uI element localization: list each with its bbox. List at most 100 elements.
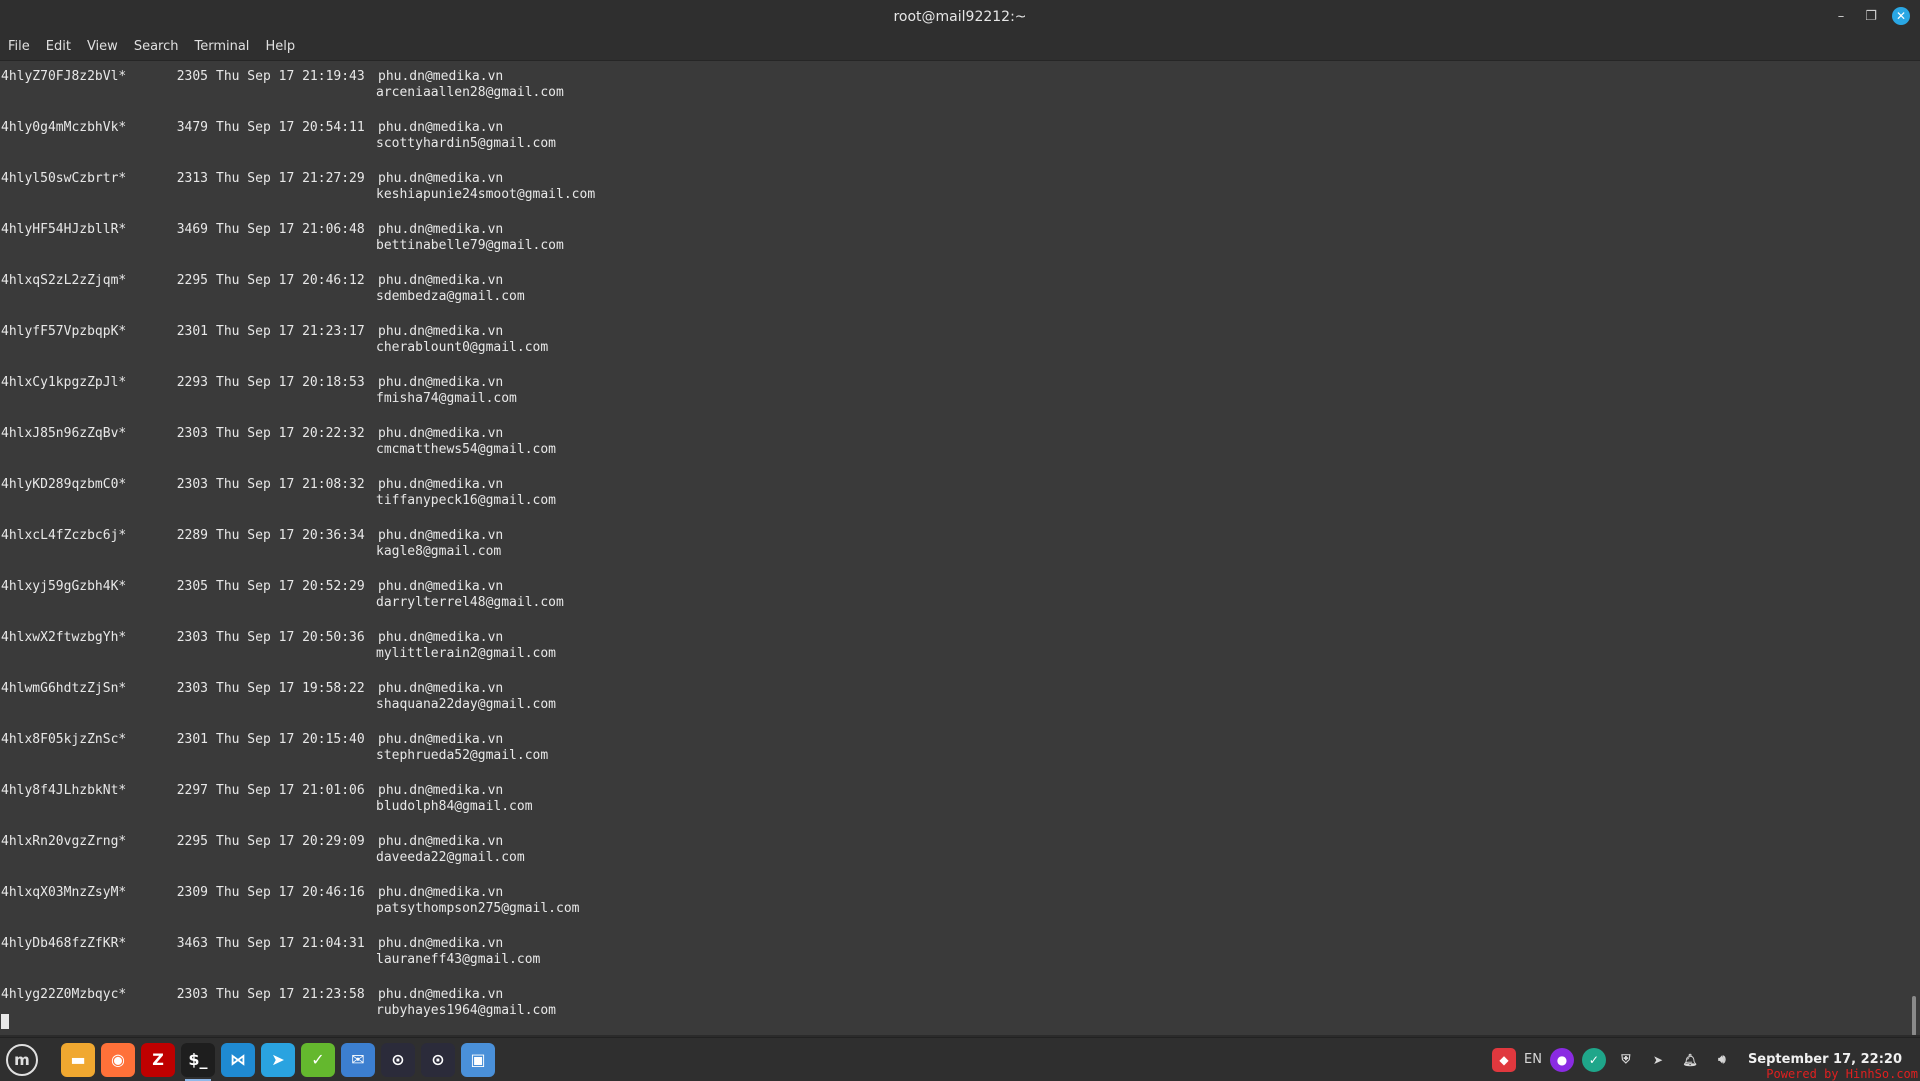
notification-icon[interactable]: 🔔︎ [1678, 1048, 1702, 1072]
queue-id: 4hlxCy1kpgzZpJl* [1, 375, 127, 390]
vscode-icon[interactable]: ⋈ [221, 1042, 255, 1077]
mail-queue-entry: 4hlxyj59gGzbh4K* 2305 Thu Sep 17 20:52:29 p… [0, 579, 1900, 630]
sender: phu.dn@medika.vn [378, 120, 504, 135]
menu-view[interactable]: View [79, 39, 126, 54]
remote-desktop-icon[interactable]: ▣ [461, 1042, 495, 1077]
mail-queue-entry: 4hlyfF57VpzbqpK* 2301 Thu Sep 17 21:23:17 p… [0, 324, 1900, 375]
message-size: 2313 [176, 171, 208, 186]
arrival-time: Thu Sep 17 21:06:48 [216, 222, 365, 237]
sender: phu.dn@medika.vn [378, 579, 504, 594]
recipient: mylittlerain2@gmail.com [376, 646, 557, 661]
mail-queue-entry: 4hlxJ85n96zZqBv* 2303 Thu Sep 17 20:22:32 p… [0, 426, 1900, 477]
firefox-icon[interactable]: ◉ [101, 1042, 135, 1077]
arrival-time: Thu Sep 17 20:36:34 [216, 528, 365, 543]
mail-queue-entry: 4hlyHF54HJzbllR* 3469 Thu Sep 17 21:06:48 p… [0, 222, 1900, 273]
files-icon[interactable]: ▬ [61, 1042, 95, 1077]
mail-icon[interactable]: ✉ [341, 1042, 375, 1077]
menu-search[interactable]: Search [126, 39, 187, 54]
arrival-time: Thu Sep 17 21:23:17 [216, 324, 365, 339]
terminal-icon[interactable]: $_ [181, 1042, 215, 1081]
queue-id: 4hlyg22Z0Mzbqyc* [1, 987, 127, 1002]
queue-id: 4hlyHF54HJzbllR* [1, 222, 127, 237]
close-icon[interactable]: ✕ [1892, 7, 1910, 25]
message-size: 2301 [176, 324, 208, 339]
update-manager-icon[interactable]: ✓ [1581, 1047, 1606, 1072]
menu-edit[interactable]: Edit [38, 39, 79, 54]
message-size: 2289 [176, 528, 208, 543]
message-size: 2303 [176, 987, 208, 1002]
sender: phu.dn@medika.vn [378, 222, 504, 237]
message-size: 2303 [176, 681, 208, 696]
queue-id: 4hly8f4JLhzbkNt* [1, 783, 127, 798]
recipient: cmcmatthews54@gmail.com [376, 442, 557, 457]
arrival-time: Thu Sep 17 20:50:36 [216, 630, 365, 645]
sender: phu.dn@medika.vn [378, 987, 504, 1002]
recipient: tiffanypeck16@gmail.com [376, 493, 557, 508]
window-titlebar[interactable]: root@mail92212:~ – ❐ ✕ [0, 0, 1920, 33]
sender: phu.dn@medika.vn [378, 732, 504, 747]
app-icon-2-glyph: ⊙ [431, 1050, 445, 1069]
arrival-time: Thu Sep 17 21:19:43 [216, 69, 365, 84]
filezilla-icon[interactable]: Z [141, 1042, 175, 1077]
watermark-text: Powered by HinhSo.com [1766, 1067, 1918, 1081]
telegram-icon-glyph: ➤ [271, 1050, 285, 1069]
message-size: 3463 [176, 936, 208, 951]
sender: phu.dn@medika.vn [378, 426, 504, 441]
clock[interactable]: September 17, 22:20 [1748, 1052, 1902, 1067]
recipient: keshiapunie24smoot@gmail.com [376, 187, 596, 202]
terminal-output[interactable]: 4hlyZ70FJ8z2bVl* 2305 Thu Sep 17 21:19:43 p… [0, 61, 1920, 1035]
vscode-icon-glyph: ⋈ [230, 1050, 246, 1069]
sender: phu.dn@medika.vn [378, 630, 504, 645]
telegram-tray-icon[interactable]: ➤ [1646, 1048, 1670, 1072]
queue-id: 4hlxRn20vgzZrng* [1, 834, 127, 849]
mail-queue-entry: 4hlxcL4fZczbc6j* 2289 Thu Sep 17 20:36:34 p… [0, 528, 1900, 579]
maximize-icon[interactable]: ❐ [1862, 7, 1880, 25]
arrival-time: Thu Sep 17 21:04:31 [216, 936, 365, 951]
arrival-time: Thu Sep 17 20:22:32 [216, 426, 365, 441]
message-size: 2305 [176, 69, 208, 84]
linux-mint-menu-icon[interactable]: m [6, 1043, 38, 1076]
remote-desktop-icon-glyph: ▣ [470, 1050, 486, 1069]
sender: phu.dn@medika.vn [378, 477, 504, 492]
anydesk-icon[interactable]: ◆ [1491, 1047, 1516, 1072]
app-icon-glyph: ⊙ [391, 1050, 405, 1069]
queue-id: 4hlx8F05kjzZnSc* [1, 732, 127, 747]
app-icon[interactable]: ⊙ [381, 1042, 415, 1077]
firefox-icon-glyph: ◉ [111, 1050, 125, 1069]
mail-queue-entry: 4hlyl50swCzbrtr* 2313 Thu Sep 17 21:27:29 p… [0, 171, 1900, 222]
recipient: kagle8@gmail.com [376, 544, 502, 559]
menu-help[interactable]: Help [257, 39, 303, 54]
sender: phu.dn@medika.vn [378, 528, 504, 543]
queue-id: 4hly0g4mMczbhVk* [1, 120, 127, 135]
chat-app-icon[interactable]: ✓ [301, 1042, 335, 1077]
queue-id: 4hlyDb468fzZfKR* [1, 936, 127, 951]
keyboard-layout[interactable]: EN [1524, 1052, 1542, 1067]
telegram-icon[interactable]: ➤ [261, 1042, 295, 1077]
sender: phu.dn@medika.vn [378, 885, 504, 900]
mail-queue-entry: 4hlxqS2zL2zZjqm* 2295 Thu Sep 17 20:46:12 p… [0, 273, 1900, 324]
minimize-icon[interactable]: – [1832, 7, 1850, 25]
chat-app-icon-glyph: ✓ [311, 1050, 325, 1069]
terminal-scrollbar[interactable] [1912, 996, 1916, 1035]
message-size: 2303 [176, 477, 208, 492]
menu-terminal[interactable]: Terminal [186, 39, 257, 54]
message-size: 2297 [176, 783, 208, 798]
queue-id: 4hlxwX2ftwzbgYh* [1, 630, 127, 645]
volume-icon[interactable]: 🔊︎ [1710, 1048, 1734, 1072]
menu-file[interactable]: File [0, 39, 38, 54]
sender: phu.dn@medika.vn [378, 783, 504, 798]
arrival-time: Thu Sep 17 20:18:53 [216, 375, 365, 390]
app-icon-2[interactable]: ⊙ [421, 1042, 455, 1077]
shield-icon[interactable]: ⛨ [1614, 1048, 1638, 1072]
mail-queue-entry: 4hlxqX03MnzZsyM* 2309 Thu Sep 17 20:46:16 p… [0, 885, 1900, 936]
taskbar-apps: ▬ ◉ Z $_ ⋈ ➤ ✓ ✉ ⊙ ⊙ ▣ [58, 1042, 498, 1081]
app-tray-icon[interactable]: ● [1549, 1047, 1574, 1072]
arrival-time: Thu Sep 17 21:27:29 [216, 171, 365, 186]
mail-queue-entry: 4hlxCy1kpgzZpJl* 2293 Thu Sep 17 20:18:53 p… [0, 375, 1900, 426]
arrival-time: Thu Sep 17 21:23:58 [216, 987, 365, 1002]
sender: phu.dn@medika.vn [378, 171, 504, 186]
recipient: bludolph84@gmail.com [376, 799, 533, 814]
recipient: sdembedza@gmail.com [376, 289, 525, 304]
mail-queue-entry: 4hlxRn20vgzZrng* 2295 Thu Sep 17 20:29:09 p… [0, 834, 1900, 885]
mail-queue-entry: 4hly8f4JLhzbkNt* 2297 Thu Sep 17 21:01:06 p… [0, 783, 1900, 834]
